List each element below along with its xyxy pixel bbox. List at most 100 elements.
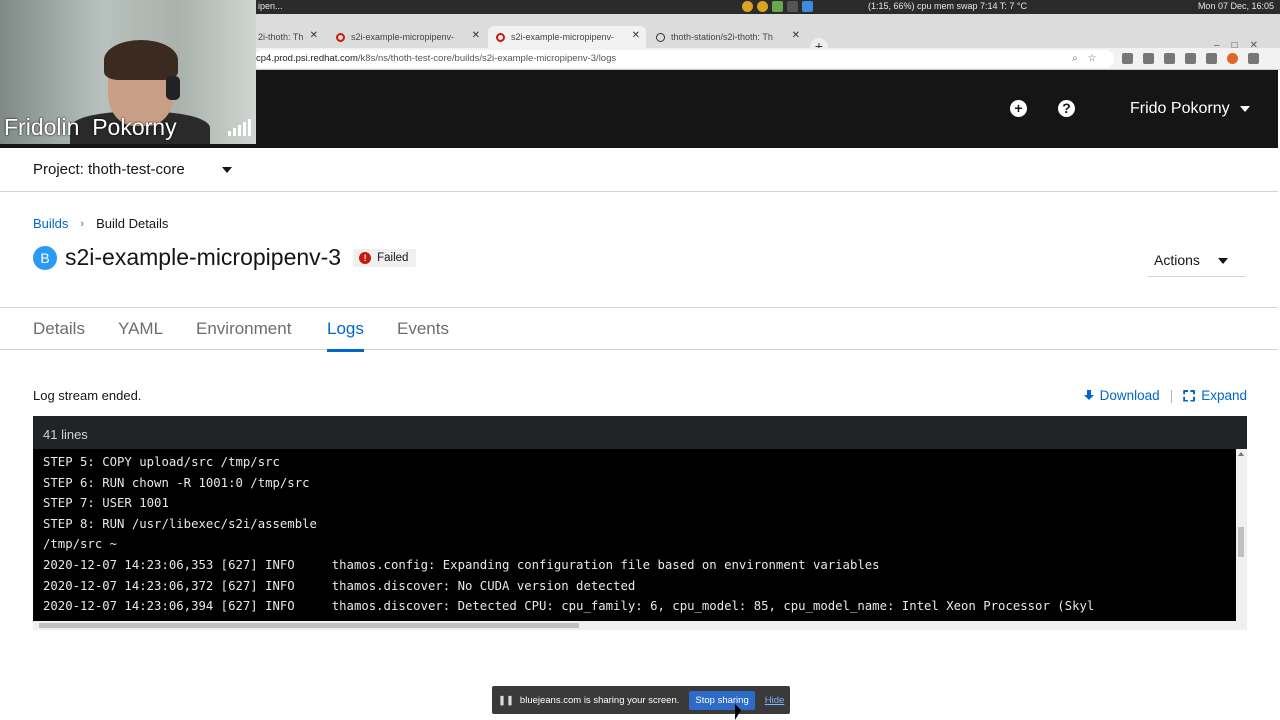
bookmark-star-icon[interactable]: ☆ [1088, 53, 1097, 64]
actions-dropdown[interactable]: Actions [1148, 245, 1246, 277]
extension-icon[interactable] [1143, 53, 1154, 64]
screenshare-notification: ❚❚ bluejeans.com is sharing your screen.… [492, 686, 790, 714]
signal-strength-icon [228, 118, 251, 136]
tab-yaml[interactable]: YAML [118, 319, 163, 339]
expand-button[interactable]: Expand [1183, 388, 1247, 403]
extension-icon[interactable] [1164, 53, 1175, 64]
status-text: Failed [377, 251, 409, 264]
chevron-down-icon [1218, 258, 1228, 264]
hide-link[interactable]: Hide [765, 695, 785, 706]
browser-tray-icon[interactable] [802, 1, 813, 12]
browser-tab[interactable]: 2i-thoth: Th ✕ [250, 26, 324, 48]
mouse-cursor-icon [735, 704, 741, 720]
chrome-tray-icon-2[interactable] [757, 1, 768, 12]
openshift-favicon-icon [496, 32, 505, 42]
participant-name: Fridolin Pokorny [4, 114, 177, 140]
tab-label: s2i-example-micropipenv- [351, 32, 455, 42]
window-title: ipen... [258, 1, 283, 11]
scrollbar-thumb[interactable] [1238, 527, 1244, 557]
stop-sharing-button[interactable]: Stop sharing [689, 690, 755, 710]
download-icon [1083, 389, 1095, 402]
detail-tabs: Details YAML Environment Logs Events [0, 307, 1278, 352]
system-status: (1:15, 66%) cpu mem swap 7:14 T: 7 °C [868, 1, 1028, 11]
url-input[interactable]: cp4.prod.psi.redhat.com/k8s/ns/thoth-tes… [254, 50, 1114, 68]
screenshare-message: bluejeans.com is sharing your screen. [519, 694, 680, 706]
download-label: Download [1099, 388, 1160, 403]
chrome-tray-icon[interactable] [742, 1, 753, 12]
log-line: 2020-12-07 14:23:06,372 [627] INFO thamo… [43, 578, 636, 593]
url-path: /k8s/ns/thoth-test-core/builds/s2i-examp… [357, 53, 617, 64]
close-tab-icon[interactable]: ✕ [792, 30, 800, 41]
profile-icon[interactable] [1227, 53, 1238, 64]
extension-icon[interactable] [1185, 53, 1196, 64]
system-clock: Mon 07 Dec, 16:05 [1197, 1, 1274, 11]
tab-label: s2i-example-micropipenv- [511, 32, 615, 42]
actions-label: Actions [1154, 252, 1200, 268]
breadcrumb-builds-link[interactable]: Builds [33, 216, 68, 231]
log-line-count: 41 lines [33, 416, 1247, 449]
breadcrumb: Builds › Build Details [33, 216, 168, 231]
scrollbar-thumb[interactable] [39, 623, 579, 628]
horizontal-scrollbar[interactable] [33, 621, 1236, 630]
extension-icons [1122, 53, 1259, 64]
status-badge: ! Failed [353, 248, 417, 267]
log-line: STEP 7: USER 1001 [43, 496, 169, 511]
scroll-up-icon[interactable] [1238, 452, 1244, 456]
tab-logs[interactable]: Logs [327, 319, 364, 352]
log-window: 41 lines STEP 5: COPY upload/src /tmp/sr… [33, 416, 1247, 630]
url-actions: ⌕ ☆ [1072, 53, 1097, 64]
breadcrumb-current: Build Details [96, 216, 169, 231]
project-selector-bar: Project: thoth-test-core [0, 148, 1278, 192]
log-stream-status: Log stream ended. [33, 388, 142, 403]
tab-label: 2i-thoth: Th [258, 32, 304, 42]
log-line: 2020-12-07 14:23:06,394 [627] INFO thamo… [43, 599, 1095, 614]
divider: | [1169, 388, 1174, 403]
pause-icon: ❚❚ [498, 694, 514, 706]
openshift-favicon-icon [336, 32, 345, 42]
user-menu[interactable]: Frido Pokorny [1130, 100, 1250, 118]
github-favicon-icon [656, 32, 665, 42]
page-title-row: B s2i-example-micropipenv-3 ! Failed [33, 244, 417, 271]
close-tab-icon[interactable]: ✕ [310, 30, 318, 41]
download-button[interactable]: Download [1083, 388, 1160, 403]
user-name: Frido Pokorny [1130, 100, 1230, 117]
close-tab-icon[interactable]: ✕ [472, 30, 480, 41]
extension-icon[interactable] [1122, 53, 1133, 64]
log-line: 2020-12-07 14:23:06,353 [627] INFO thamo… [43, 557, 880, 572]
log-line: STEP 8: RUN /usr/libexec/s2i/assemble [43, 516, 317, 531]
tab-details[interactable]: Details [33, 319, 85, 339]
log-line: STEP 5: COPY upload/src /tmp/src [43, 455, 280, 469]
kebab-menu-icon[interactable] [1248, 53, 1259, 64]
tab-environment[interactable]: Environment [196, 319, 291, 339]
close-tab-icon[interactable]: ✕ [632, 30, 640, 41]
page-title: s2i-example-micropipenv-3 [65, 244, 342, 270]
log-line: /tmp/src ~ [43, 537, 118, 552]
system-tray [742, 1, 813, 12]
expand-icon [1183, 389, 1196, 402]
log-actions: Download | Expand [1083, 388, 1247, 403]
zoom-icon[interactable]: ⌕ [1072, 53, 1078, 64]
url-host: cp4.prod.psi.redhat.com [256, 53, 358, 64]
menu-icon[interactable] [1206, 53, 1217, 64]
project-dropdown[interactable]: Project: thoth-test-core [33, 161, 185, 178]
log-line: STEP 6: RUN chown -R 1001:0 /tmp/src [43, 475, 310, 490]
chevron-down-icon [1239, 105, 1250, 112]
log-output[interactable]: STEP 5: COPY upload/src /tmp/src STEP 6:… [33, 449, 1236, 621]
tab-events[interactable]: Events [397, 319, 449, 339]
window-tray-icon[interactable] [787, 1, 798, 12]
error-circle-icon: ! [359, 251, 372, 264]
vertical-scrollbar[interactable] [1236, 449, 1247, 630]
expand-label: Expand [1201, 388, 1247, 403]
browser-tab[interactable]: thoth-station/s2i-thoth: Th ✕ [648, 26, 806, 48]
browser-tab-active[interactable]: s2i-example-micropipenv- ✕ [488, 26, 646, 48]
browser-tab[interactable]: s2i-example-micropipenv- ✕ [328, 26, 486, 48]
video-person-hair [104, 40, 178, 80]
tab-label: thoth-station/s2i-thoth: Th [671, 32, 773, 42]
chevron-down-icon[interactable] [222, 167, 232, 173]
help-question-icon[interactable]: ? [1058, 100, 1075, 117]
build-resource-badge: B [33, 245, 57, 270]
chevron-right-icon: › [80, 217, 85, 230]
app-tray-icon[interactable] [772, 1, 783, 12]
webcam-video-overlay: Fridolin Pokorny [0, 0, 256, 144]
add-plus-icon[interactable]: + [1010, 100, 1027, 117]
